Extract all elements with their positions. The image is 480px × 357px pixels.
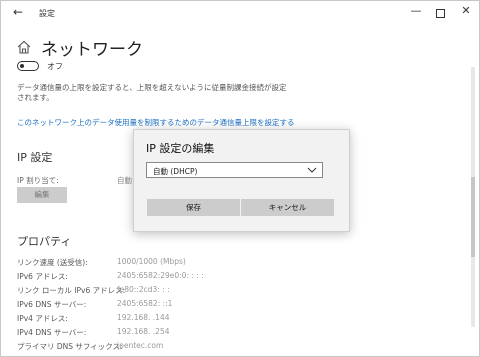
property-value: 2405:6582: ::1 bbox=[117, 299, 173, 308]
page-title: ネットワーク bbox=[41, 40, 143, 60]
property-label: プライマリ DNS サフィックス: bbox=[17, 342, 123, 351]
property-value: fe80::2cd3: : : bbox=[117, 285, 170, 294]
settings-window: ← 設定 — ✕ ネットワーク オフ データ通信量の上限を設定すると、上限を超え… bbox=[0, 0, 480, 357]
ip-mode-value: 自動 (DHCP) bbox=[153, 167, 198, 176]
data-limit-description: データ通信量の上限を設定すると、上限を超えないように従量制課金接続が設定されます… bbox=[17, 83, 287, 102]
set-data-limit-link[interactable]: このネットワーク上のデータ使用量を制限するためのデータ通信量上限を設定する bbox=[17, 117, 295, 128]
cancel-button[interactable]: キャンセル bbox=[241, 199, 334, 216]
save-button[interactable]: 保存 bbox=[147, 199, 240, 216]
maximize-button[interactable] bbox=[429, 4, 451, 21]
property-label: IPv6 アドレス: bbox=[17, 272, 68, 281]
ip-settings-heading: IP 設定 bbox=[17, 151, 53, 164]
property-value: 192.168. .254 bbox=[117, 327, 170, 336]
scrollbar-thumb[interactable] bbox=[471, 177, 475, 257]
close-button[interactable]: ✕ bbox=[455, 4, 477, 17]
maximize-icon bbox=[435, 9, 445, 18]
home-icon bbox=[17, 40, 31, 54]
metered-connection-toggle[interactable] bbox=[17, 61, 39, 71]
dialog-title: IP 設定の編集 bbox=[146, 142, 215, 155]
property-value: 192.168. .144 bbox=[117, 313, 170, 322]
property-label: リンク速度 (送受信): bbox=[17, 258, 88, 267]
property-label: IPv6 DNS サーバー: bbox=[17, 300, 87, 309]
toggle-state-label: オフ bbox=[47, 62, 63, 71]
property-value: ipentec.com bbox=[117, 341, 164, 350]
scrollbar[interactable] bbox=[471, 67, 475, 327]
property-label: IPv4 アドレス: bbox=[17, 314, 68, 323]
property-value: 2405:6582:29e0:0: : : : bbox=[117, 271, 204, 280]
ip-assignment-label: IP 割り当て: bbox=[17, 176, 59, 185]
property-label: リンク ローカル IPv6 アドレス: bbox=[17, 286, 126, 295]
toggle-knob bbox=[20, 64, 24, 68]
ip-mode-select[interactable]: 自動 (DHCP) bbox=[146, 162, 323, 178]
chevron-down-icon bbox=[307, 167, 317, 173]
properties-heading: プロパティ bbox=[17, 235, 72, 248]
property-label: IPv4 DNS サーバー: bbox=[17, 328, 87, 337]
property-value: 1000/1000 (Mbps) bbox=[117, 257, 186, 266]
minimize-button[interactable]: — bbox=[405, 4, 427, 17]
window-title: 設定 bbox=[39, 9, 55, 18]
ip-assignment-value: 自動 bbox=[117, 176, 132, 185]
back-button[interactable]: ← bbox=[13, 5, 23, 19]
edit-ip-dialog: IP 設定の編集 自動 (DHCP) 保存 キャンセル bbox=[133, 129, 350, 232]
title-bar: ← 設定 — ✕ bbox=[1, 1, 479, 27]
edit-ip-button[interactable]: 編集 bbox=[17, 187, 67, 203]
